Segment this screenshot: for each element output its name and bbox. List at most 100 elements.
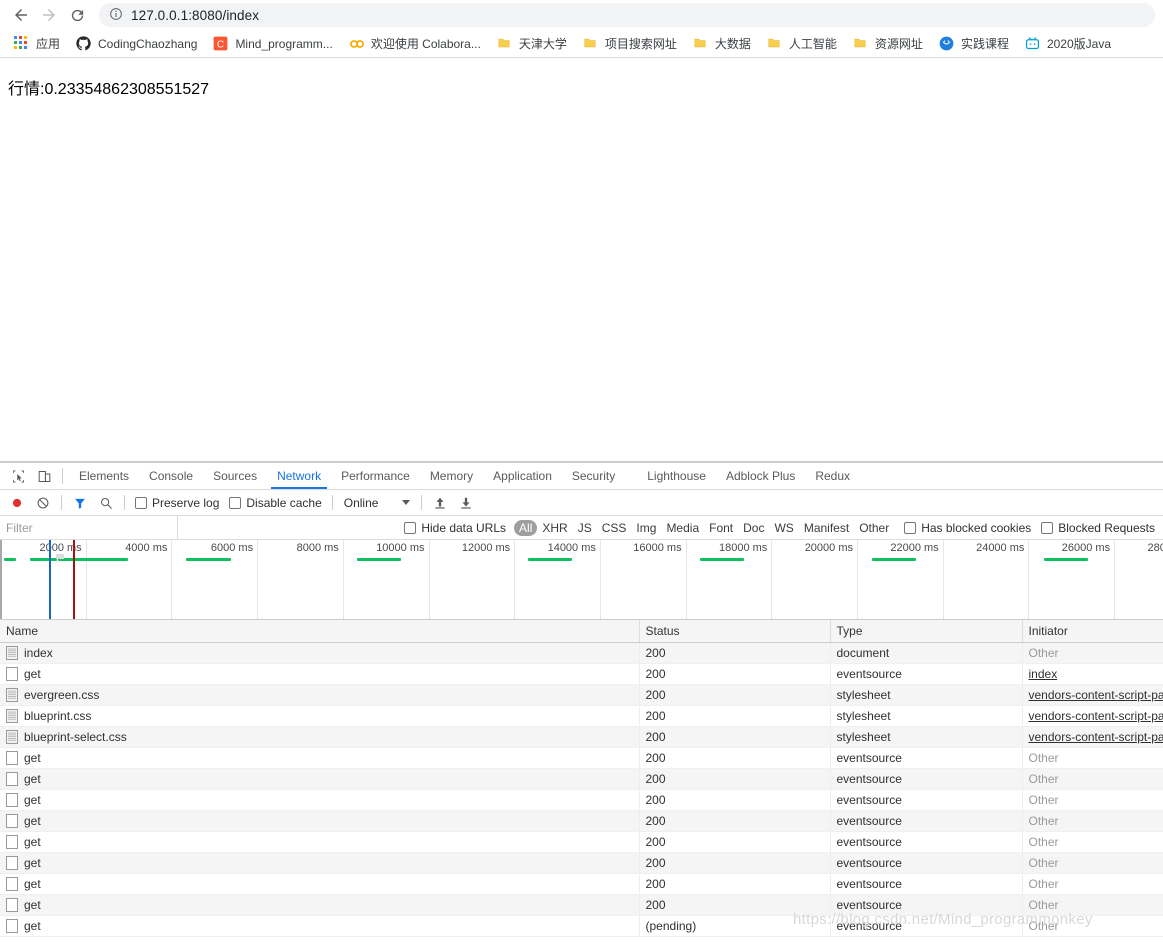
cell-initiator[interactable]: vendors-content-script-pa — [1022, 684, 1163, 706]
timeline-gridline — [1028, 540, 1030, 619]
tab-console[interactable]: Console — [139, 463, 203, 489]
address-bar[interactable]: 127.0.0.1:8080/index — [99, 3, 1155, 27]
timeline-tick-label: 8000 ms — [296, 542, 339, 554]
type-filter-other[interactable]: Other — [854, 520, 894, 536]
bookmark-folder-ai[interactable]: 人工智能 — [759, 33, 845, 55]
request-name: blueprint-select.css — [24, 729, 127, 744]
column-header-status[interactable]: Status — [639, 620, 831, 643]
bookmark-folder-resources[interactable]: 资源网址 — [845, 33, 931, 55]
column-header-type[interactable]: Type — [830, 620, 1023, 643]
bookmark-apps[interactable]: 应用 — [6, 33, 68, 55]
initiator-value: Other — [1028, 876, 1059, 891]
table-row[interactable]: get 200 eventsource Other — [0, 873, 1163, 895]
column-header-name[interactable]: Name — [0, 620, 640, 643]
import-up-arrow-icon[interactable] — [427, 492, 453, 514]
type-filter-ws[interactable]: WS — [769, 520, 798, 536]
bookmark-codingchaozhang[interactable]: CodingChaozhang — [68, 33, 205, 55]
bookmark-mind-programm[interactable]: C Mind_programm... — [205, 33, 340, 55]
bookmark-colab[interactable]: 欢迎使用 Colabora... — [341, 33, 489, 55]
bookmarks-bar: 应用 CodingChaozhang C Mind_programm... 欢迎… — [0, 30, 1163, 58]
tab-adblock-plus[interactable]: Adblock Plus — [716, 463, 805, 489]
column-header-initiator[interactable]: Initiator — [1022, 620, 1163, 643]
funnel-filter-icon[interactable] — [67, 492, 93, 514]
type-filter-media[interactable]: Media — [661, 520, 704, 536]
table-row[interactable]: get 200 eventsource index — [0, 663, 1163, 685]
type-filter-js[interactable]: JS — [573, 520, 597, 536]
tab-security[interactable]: Security — [562, 463, 625, 489]
cell-status: 200 — [639, 894, 831, 916]
disable-cache-checkbox[interactable]: Disable cache — [224, 496, 326, 510]
timeline-request-bar — [872, 558, 916, 561]
bookmark-folder-bigdata[interactable]: 大数据 — [685, 33, 759, 55]
clear-no-entry-icon[interactable] — [30, 492, 56, 514]
table-row[interactable]: get 200 eventsource Other — [0, 747, 1163, 769]
has-blocked-cookies-checkbox[interactable]: Has blocked cookies — [904, 521, 1031, 535]
forward-button[interactable] — [36, 2, 62, 28]
type-filter-xhr[interactable]: XHR — [537, 520, 572, 536]
type-filter-all[interactable]: All — [514, 519, 538, 536]
back-button[interactable] — [8, 2, 34, 28]
tab-memory[interactable]: Memory — [420, 463, 483, 489]
table-row[interactable]: get (pending) eventsource Other — [0, 915, 1163, 937]
cell-initiator[interactable]: vendors-content-script-pa — [1022, 705, 1163, 727]
tab-label: Adblock Plus — [725, 469, 796, 483]
magnifier-search-icon[interactable] — [93, 492, 119, 514]
network-overview-timeline[interactable]: 2000 ms 4000 ms 6000 ms 8000 ms 10000 ms 1200… — [0, 540, 1163, 620]
cell-name: get — [0, 663, 640, 685]
table-row[interactable]: get 200 eventsource Other — [0, 789, 1163, 811]
table-row[interactable]: evergreen.css 200 stylesheet vendors-conten… — [0, 684, 1163, 706]
record-red-dot-icon[interactable] — [4, 492, 30, 514]
device-toolbar-icon[interactable] — [32, 464, 56, 488]
table-row[interactable]: index 200 document Other — [0, 642, 1163, 664]
tab-label: Memory — [429, 469, 474, 483]
type-filter-css[interactable]: CSS — [597, 520, 632, 536]
timeline-gridline — [599, 540, 601, 619]
table-row[interactable]: blueprint.css 200 stylesheet vendors-conten… — [0, 705, 1163, 727]
timeline-tick-label: 20000 ms — [804, 542, 853, 554]
hide-data-urls-checkbox[interactable]: Hide data URLs — [404, 521, 506, 535]
tab-label: Elements — [79, 469, 130, 483]
cell-initiator[interactable]: index — [1022, 663, 1163, 685]
table-row[interactable]: blueprint-select.css 200 stylesheet vendors… — [0, 726, 1163, 748]
bookmark-java-2020[interactable]: 2020版Java — [1017, 33, 1119, 55]
bookmark-folder-project-search[interactable]: 项目搜索网址 — [575, 33, 685, 55]
timeline-request-bar — [1044, 558, 1088, 561]
table-row[interactable]: get 200 eventsource Other — [0, 852, 1163, 874]
tab-network[interactable]: Network — [267, 463, 331, 489]
tab-lighthouse[interactable]: Lighthouse — [637, 463, 716, 489]
initiator-value: Other — [1028, 813, 1059, 828]
bookmark-label: 2020版Java — [1046, 37, 1111, 51]
tab-sources[interactable]: Sources — [203, 463, 267, 489]
initiator-value: vendors-content-script-pa — [1028, 687, 1163, 702]
csdn-c-icon: C — [213, 36, 229, 52]
type-filter-font[interactable]: Font — [704, 520, 738, 536]
requests-table-container[interactable]: Name Status Type Initiator index 200 docum… — [0, 620, 1163, 942]
info-circle-icon[interactable] — [109, 7, 123, 24]
table-row[interactable]: get 200 eventsource Other — [0, 894, 1163, 916]
initiator-value: Other — [1028, 855, 1059, 870]
tab-label: Performance — [341, 469, 410, 483]
blocked-requests-checkbox[interactable]: Blocked Requests — [1041, 521, 1155, 535]
cell-initiator[interactable]: vendors-content-script-pa — [1022, 726, 1163, 748]
tab-application[interactable]: Application — [483, 463, 562, 489]
timeline-tick-label: 18000 ms — [718, 542, 768, 554]
type-filter-doc[interactable]: Doc — [738, 520, 769, 536]
table-row[interactable]: get 200 eventsource Other — [0, 831, 1163, 853]
type-filter-manifest[interactable]: Manifest — [799, 520, 854, 536]
preserve-log-checkbox[interactable]: Preserve log — [130, 496, 224, 510]
bookmark-folder-tianjin-university[interactable]: 天津大学 — [489, 33, 575, 55]
table-row[interactable]: get 200 eventsource Other — [0, 810, 1163, 832]
export-down-arrow-icon[interactable] — [453, 492, 479, 514]
reload-button[interactable] — [64, 2, 90, 28]
tab-redux[interactable]: Redux — [805, 463, 860, 489]
bookmark-practice-course[interactable]: 实践课程 — [931, 33, 1017, 55]
bookmark-label: 人工智能 — [788, 37, 837, 51]
tab-performance[interactable]: Performance — [331, 463, 420, 489]
throttling-select[interactable]: Online — [338, 496, 417, 510]
cell-status: 200 — [639, 768, 831, 790]
tab-elements[interactable]: Elements — [69, 463, 139, 489]
type-filter-img[interactable]: Img — [631, 520, 661, 536]
filter-input[interactable]: Filter — [0, 516, 178, 539]
table-row[interactable]: get 200 eventsource Other — [0, 768, 1163, 790]
inspect-element-icon[interactable] — [6, 464, 30, 488]
